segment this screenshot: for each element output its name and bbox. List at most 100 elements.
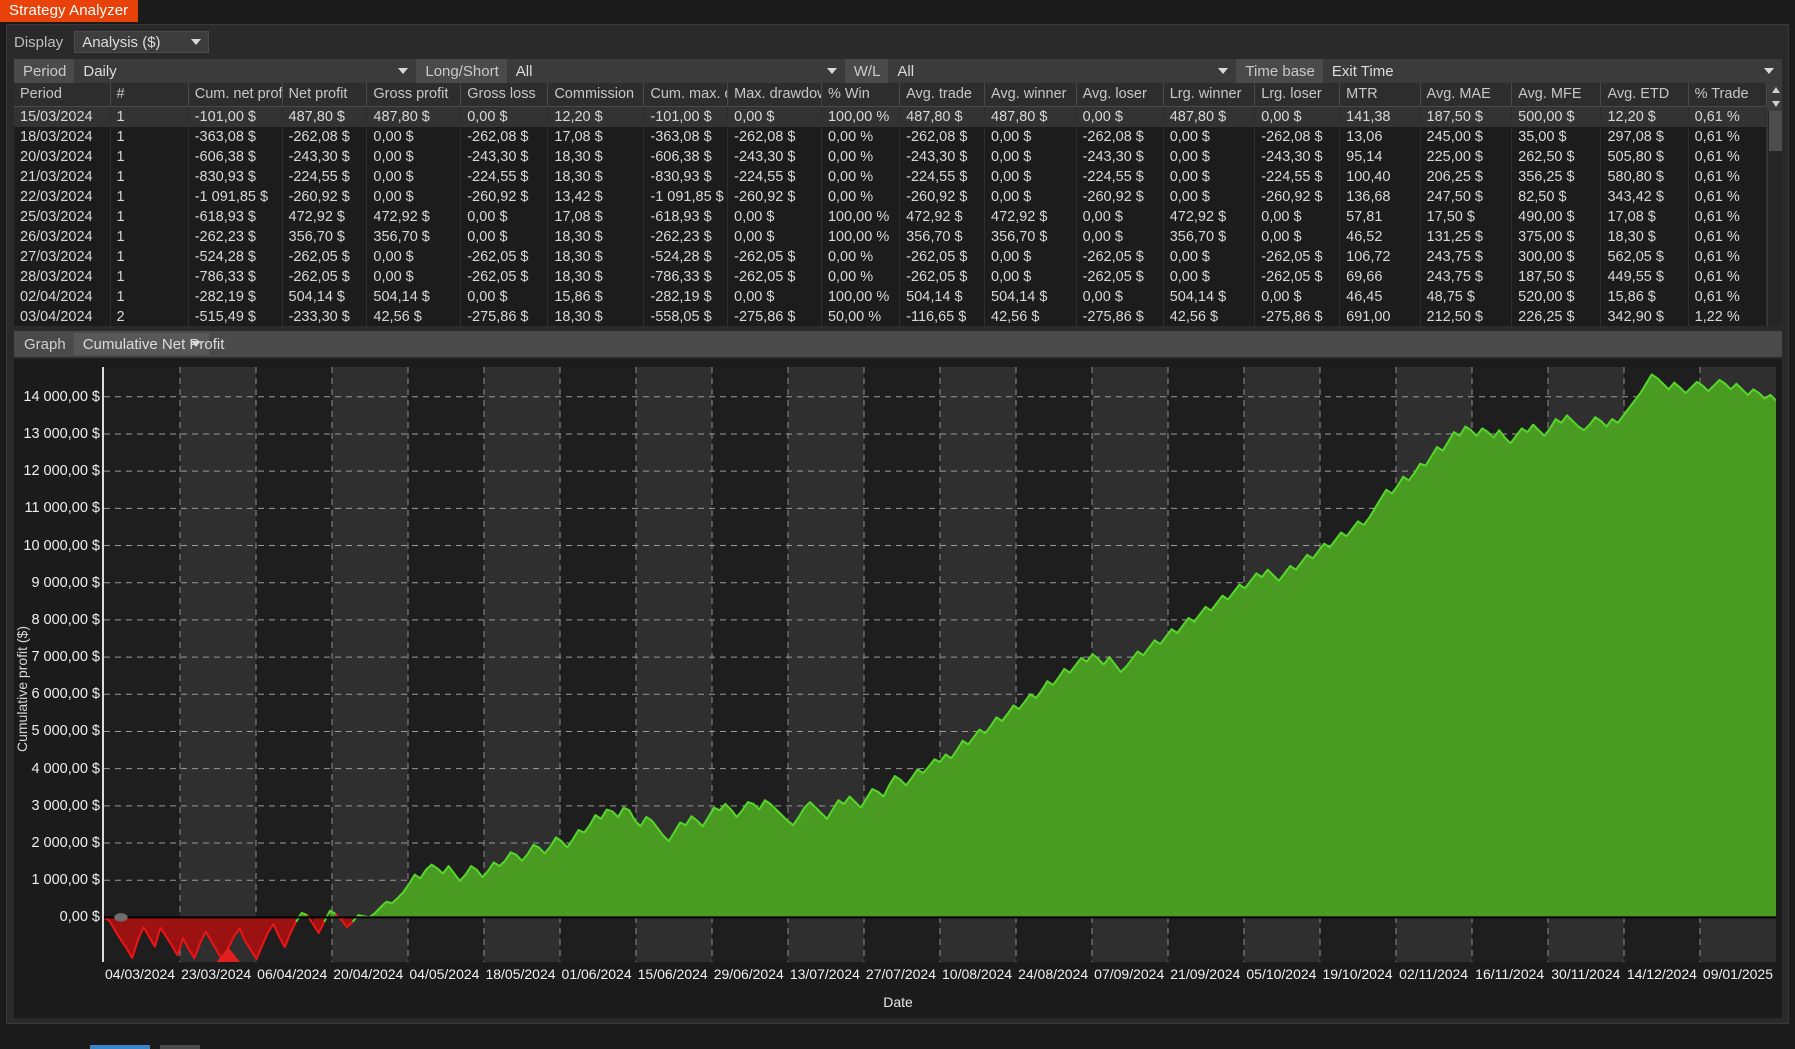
table-cell: 0,61 %: [1688, 267, 1768, 287]
table-cell: 13,42 $: [547, 187, 645, 207]
table-cell: 0,00 $: [984, 247, 1077, 267]
column-header-net-profit[interactable]: Net profit: [282, 83, 368, 107]
table-row[interactable]: 20/03/2024 1 -606,38 $ -243,30 $0,00 $ -243,…: [14, 147, 1768, 167]
longshort-select[interactable]: All: [506, 59, 845, 83]
table-row[interactable]: 22/03/2024 1 -1 091,85 $ -260,92 $0,00 $ -26…: [14, 187, 1768, 207]
column-header-trade[interactable]: % Trade: [1688, 83, 1768, 107]
table-row[interactable]: 25/03/2024 1 -618,93 $472,92 $472,92 $0,00…: [14, 207, 1768, 227]
table-row[interactable]: 02/04/2024 1 -282,19 $504,14 $504,14 $0,00…: [14, 287, 1768, 307]
table-row[interactable]: 26/03/2024 1 -262,23 $356,70 $356,70 $0,00…: [14, 227, 1768, 247]
table-cell: 0,00 $: [1076, 287, 1164, 307]
table-body: 15/03/2024 1 -101,00 $487,80 $487,80 $0,00…: [14, 106, 1768, 326]
scroll-up-button[interactable]: [1768, 83, 1782, 97]
table-cell: -275,86 $: [460, 307, 549, 326]
table-row[interactable]: 28/03/2024 1 -786,33 $ -262,05 $0,00 $ -262,…: [14, 267, 1768, 287]
table-cell: 0,00 $: [727, 227, 822, 247]
table-cell: -116,65 $: [899, 307, 985, 326]
scroll-down-button[interactable]: [1768, 97, 1782, 111]
table-cell: -282,19 $: [643, 287, 729, 307]
longshort-select-value: All: [515, 62, 533, 80]
table-cell: 0,00 %: [821, 247, 901, 267]
x-axis-tick: 30/11/2024: [1551, 966, 1621, 982]
table-row[interactable]: 15/03/2024 1 -101,00 $487,80 $487,80 $0,00…: [14, 106, 1768, 127]
table-cell: 1: [110, 267, 189, 287]
table-cell: 18,30 $: [547, 147, 645, 167]
column-header-avg-mae[interactable]: Avg. MAE: [1420, 83, 1513, 107]
table-cell: -1 091,85 $: [643, 187, 729, 207]
y-axis-tick: 9 000,00 $: [31, 574, 100, 591]
column-header-avg-loser[interactable]: Avg. loser: [1076, 83, 1164, 107]
column-header-commission[interactable]: Commission: [547, 83, 645, 107]
x-axis-tick: 18/05/2024: [485, 966, 556, 982]
column-header-period[interactable]: Period: [14, 83, 111, 107]
column-header-[interactable]: #: [110, 83, 189, 107]
display-label: Display: [14, 33, 64, 51]
table-cell: 20/03/2024: [14, 147, 111, 167]
tab-strategy-analyzer[interactable]: Strategy Analyzer: [0, 0, 139, 22]
y-axis-tick: 5 000,00 $: [31, 723, 100, 740]
x-axis-tick: 27/07/2024: [865, 966, 936, 982]
table-cell: 100,00 %: [821, 106, 901, 127]
chart-plot-area[interactable]: [102, 367, 1776, 962]
column-header-gross-profit[interactable]: Gross profit: [366, 83, 462, 107]
timebase-label: Time base: [1245, 62, 1315, 80]
column-header-max-drawdow[interactable]: Max. drawdow: [727, 83, 822, 107]
table-row[interactable]: 03/04/2024 2 -515,49 $ -233,30 $42,56 $ -275…: [14, 307, 1768, 326]
y-axis-tick: 13 000,00 $: [23, 425, 100, 442]
table-cell: -262,05 $: [1254, 247, 1341, 267]
triangle-up-icon: [1771, 87, 1780, 93]
table-cell: 0,61 %: [1688, 106, 1768, 127]
table-cell: 187,50 $: [1420, 106, 1513, 127]
column-header-avg-etd[interactable]: Avg. ETD: [1600, 83, 1689, 107]
analysis-table-container[interactable]: Period # Cum. net profi Net profit Gross pro…: [14, 83, 1782, 326]
table-cell: 18,30 $: [1600, 227, 1689, 247]
table-row[interactable]: 18/03/2024 1 -363,08 $ -262,08 $0,00 $ -262,…: [14, 127, 1768, 147]
table-cell: 0,00 $: [984, 167, 1077, 187]
table-cell: 100,00 %: [821, 287, 901, 307]
table-row[interactable]: 21/03/2024 1 -830,93 $ -224,55 $0,00 $ -224,…: [14, 167, 1768, 187]
table-cell: 0,00 $: [727, 207, 822, 227]
column-header-lrg-loser[interactable]: Lrg. loser: [1254, 83, 1341, 107]
timebase-select[interactable]: Exit Time: [1322, 59, 1782, 83]
table-cell: -515,49 $: [188, 307, 283, 326]
analysis-table: Period # Cum. net profi Net profit Gross pro…: [14, 83, 1768, 326]
cumulative-net-profit-chart: Cumulative profit ($) 14 000,00 $13 000,…: [14, 359, 1782, 1018]
column-header-lrg-winner[interactable]: Lrg. winner: [1163, 83, 1256, 107]
table-cell: 15/03/2024: [14, 106, 111, 127]
table-cell: 0,00 $: [460, 287, 549, 307]
timebase-select-value: Exit Time: [1331, 62, 1394, 80]
table-cell: 356,70 $: [899, 227, 985, 247]
column-header-mtr[interactable]: MTR: [1339, 83, 1421, 107]
column-header-avg-trade[interactable]: Avg. trade: [899, 83, 985, 107]
x-axis-tick: 21/09/2024: [1170, 966, 1241, 982]
graph-bar: Graph Cumulative Net Profit: [14, 331, 1782, 357]
table-cell: -262,05 $: [899, 247, 985, 267]
table-cell: 12,20 $: [547, 106, 645, 127]
column-header-cum-max-dra[interactable]: Cum. max. dra: [643, 83, 729, 107]
table-cell: 0,00 $: [1254, 227, 1341, 247]
column-header-win[interactable]: % Win: [821, 83, 901, 107]
graph-type-select[interactable]: Cumulative Net Profit: [73, 333, 224, 355]
table-vertical-scrollbar[interactable]: [1767, 83, 1782, 326]
table-cell: 57,81: [1339, 207, 1421, 227]
period-select[interactable]: Daily: [74, 59, 417, 83]
table-cell: 0,00 $: [1254, 287, 1341, 307]
table-cell: 42,56 $: [1163, 307, 1256, 326]
column-header-gross-loss[interactable]: Gross loss: [460, 83, 549, 107]
display-select-value: Analysis ($): [82, 33, 161, 51]
wl-select[interactable]: All: [888, 59, 1237, 83]
y-axis-tick: 12 000,00 $: [23, 463, 100, 480]
table-cell: 356,70 $: [1163, 227, 1256, 247]
scrollbar-thumb[interactable]: [1769, 111, 1782, 151]
table-cell: -262,23 $: [643, 227, 729, 247]
column-header-cum-net-profi[interactable]: Cum. net profi: [188, 83, 283, 107]
table-cell: 487,80 $: [1163, 106, 1256, 127]
table-row[interactable]: 27/03/2024 1 -524,28 $ -262,05 $0,00 $ -262,…: [14, 247, 1768, 267]
display-select[interactable]: Analysis ($): [74, 31, 210, 53]
column-header-avg-mfe[interactable]: Avg. MFE: [1511, 83, 1602, 107]
table-cell: -101,00 $: [188, 106, 283, 127]
analyzer-panel: Display Analysis ($) Period Daily Long/S…: [6, 24, 1789, 1024]
column-header-avg-winner[interactable]: Avg. winner: [984, 83, 1077, 107]
chart-svg: [104, 367, 1776, 962]
table-cell: 100,00 %: [821, 227, 901, 247]
